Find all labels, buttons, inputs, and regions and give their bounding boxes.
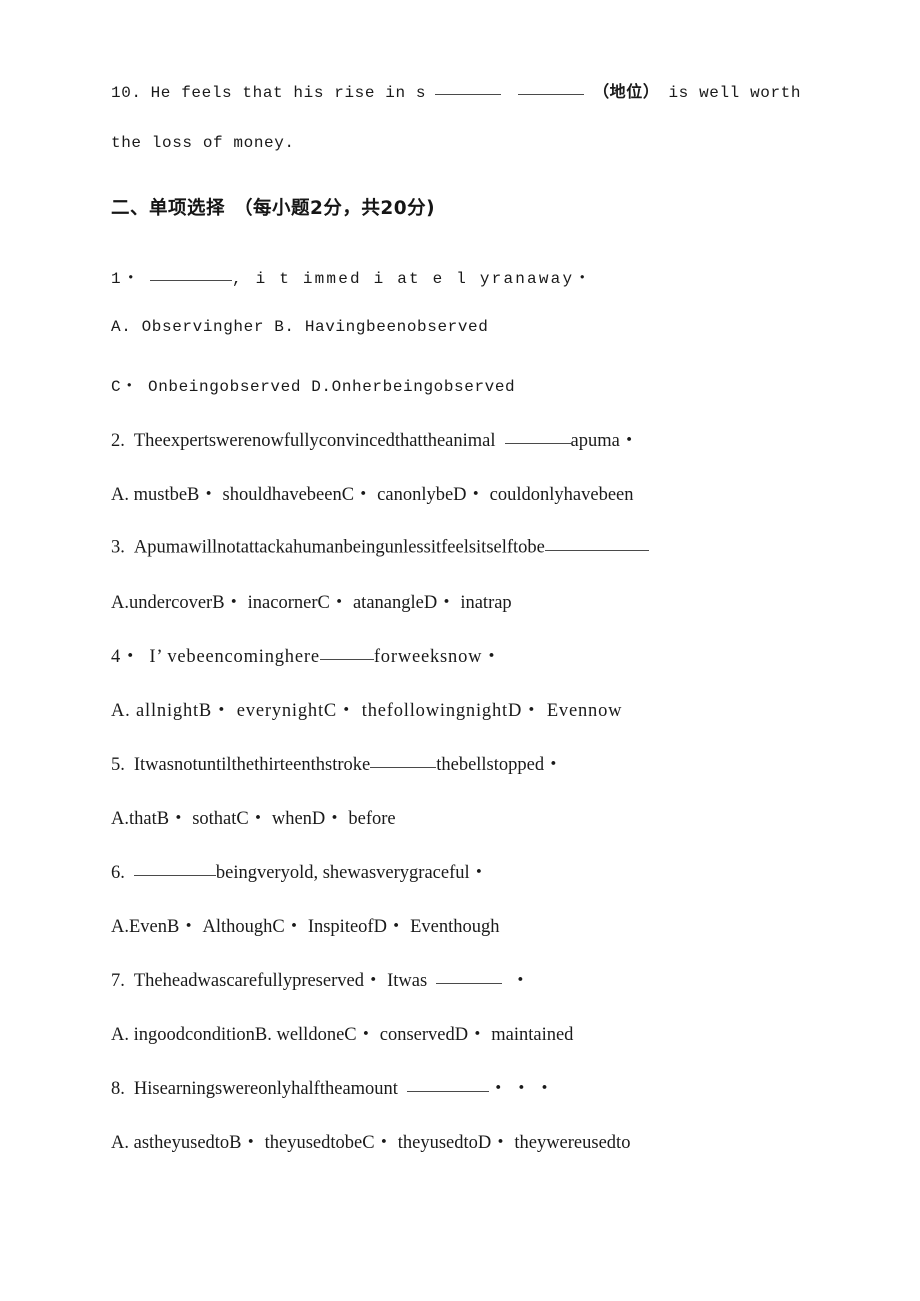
- worksheet-page: 10. He feels that his rise in s （地位） is wel…: [0, 0, 920, 1301]
- question-2-number: 2.: [111, 431, 125, 451]
- question-7-stem: 7. Theheadwascarefullypreserved・ Itwas ・: [111, 966, 811, 992]
- question-10-line-1: 10. He feels that his rise in s （地位） is wel…: [111, 78, 811, 102]
- question-10-number: 10.: [111, 84, 142, 102]
- question-7-options[interactable]: A. ingoodconditionB. welldoneC・ conserve…: [111, 1020, 811, 1046]
- question-3-stem-text: Apumawillnotattackahumanbeingunlessitfee…: [133, 537, 545, 558]
- question-6-options[interactable]: A.EvenB・ AlthoughC・ InspiteofD・ Eventhou…: [111, 912, 811, 938]
- question-4-stem-text: I’ vebeencominghere: [149, 647, 320, 667]
- question-4-blank[interactable]: [319, 643, 374, 660]
- question-5-number: 5.: [111, 755, 125, 775]
- question-6-blank[interactable]: [133, 859, 216, 876]
- question-1-number: 1・: [111, 270, 142, 288]
- question-10-line-2: the loss of money.: [111, 134, 295, 152]
- section-heading: 二、单项选择 （每小题2分，共20分): [111, 194, 811, 220]
- question-10-blank-2[interactable]: [518, 80, 585, 95]
- question-8-stem-tail: ・ ・ ・: [488, 1079, 554, 1099]
- question-7-number: 7.: [111, 971, 125, 991]
- question-6-stem-text: beingveryold, shewasverygraceful・: [215, 863, 489, 883]
- question-7-blank[interactable]: [436, 967, 503, 984]
- question-5-options[interactable]: A.thatB・ sothatC・ whenD・ before: [111, 804, 811, 830]
- question-5-blank[interactable]: [370, 751, 437, 768]
- question-3-number: 3.: [111, 537, 125, 558]
- question-7-stem-tail: ・: [511, 971, 530, 991]
- question-5-stem-text: Itwasnotuntilthethirteenthstroke: [133, 755, 371, 775]
- question-10-stem-start: He feels that his rise in s: [150, 84, 427, 102]
- question-4-stem-tail: forweeksnow・: [373, 647, 502, 667]
- question-1-options-ab[interactable]: A. Observingher B. Havingbeenobserved: [111, 318, 811, 336]
- question-10-hint: （地位）: [593, 82, 660, 101]
- question-2-blank[interactable]: [504, 427, 571, 444]
- question-8-stem: 8. Hisearningswereonlyhalftheamount ・ ・ ・: [111, 1074, 811, 1100]
- question-1-options-cd[interactable]: C・ Onbeingobserved D.Onherbeingobserved: [111, 372, 811, 396]
- question-10-blank-1[interactable]: [435, 80, 502, 95]
- question-2-stem-tail: apuma・: [570, 431, 639, 451]
- question-3-blank[interactable]: [544, 534, 649, 551]
- question-4-stem: 4・ I’ vebeencominghere forweeksnow・: [111, 642, 811, 668]
- question-5-stem: 5. Itwasnotuntilthethirteenthstroke thebel…: [111, 750, 811, 776]
- question-6-stem: 6. beingveryold, shewasverygraceful・: [111, 858, 811, 884]
- question-1-stem: 1・ , i t immed i at e l yranaway・: [111, 264, 811, 288]
- question-5-stem-tail: thebellstopped・: [436, 755, 563, 775]
- question-6-number: 6.: [111, 863, 125, 883]
- question-4-number: 4・: [111, 647, 141, 667]
- question-2-stem: 2. Theexpertswerenowfullyconvincedthatthe…: [111, 426, 811, 452]
- question-8-blank[interactable]: [406, 1075, 489, 1092]
- question-3-stem: 3. Apumawillnotattackahumanbeingunlessitf…: [111, 534, 811, 559]
- question-2-options[interactable]: A. mustbeB・ shouldhavebeenC・ canonlybeD・…: [111, 480, 811, 506]
- question-10-stem-end: is well worth: [668, 84, 802, 102]
- section-title: 单项选择: [149, 198, 226, 219]
- question-3-options[interactable]: A.undercoverB・ inacornerC・ atanangleD・ i…: [111, 588, 811, 614]
- question-2-stem-text: Theexpertswerenowfullyconvincedthatthean…: [133, 431, 496, 451]
- question-1-stem-text: , i t immed i at e l yranaway・: [232, 270, 593, 288]
- question-7-stem-text: Theheadwascarefullypreserved・ Itwas: [133, 971, 428, 991]
- question-4-options[interactable]: A. allnightB・ everynightC・ thefollowingn…: [111, 696, 811, 722]
- question-8-stem-text: Hisearningswereonlyhalftheamount: [133, 1079, 398, 1099]
- question-8-number: 8.: [111, 1079, 125, 1099]
- question-1-blank[interactable]: [150, 266, 233, 281]
- section-index: 二、: [111, 199, 150, 219]
- question-8-options[interactable]: A. astheyusedtoB・ theyusedtobeC・ theyuse…: [111, 1128, 811, 1154]
- section-scoring: （每小题2分，共20分): [234, 198, 436, 219]
